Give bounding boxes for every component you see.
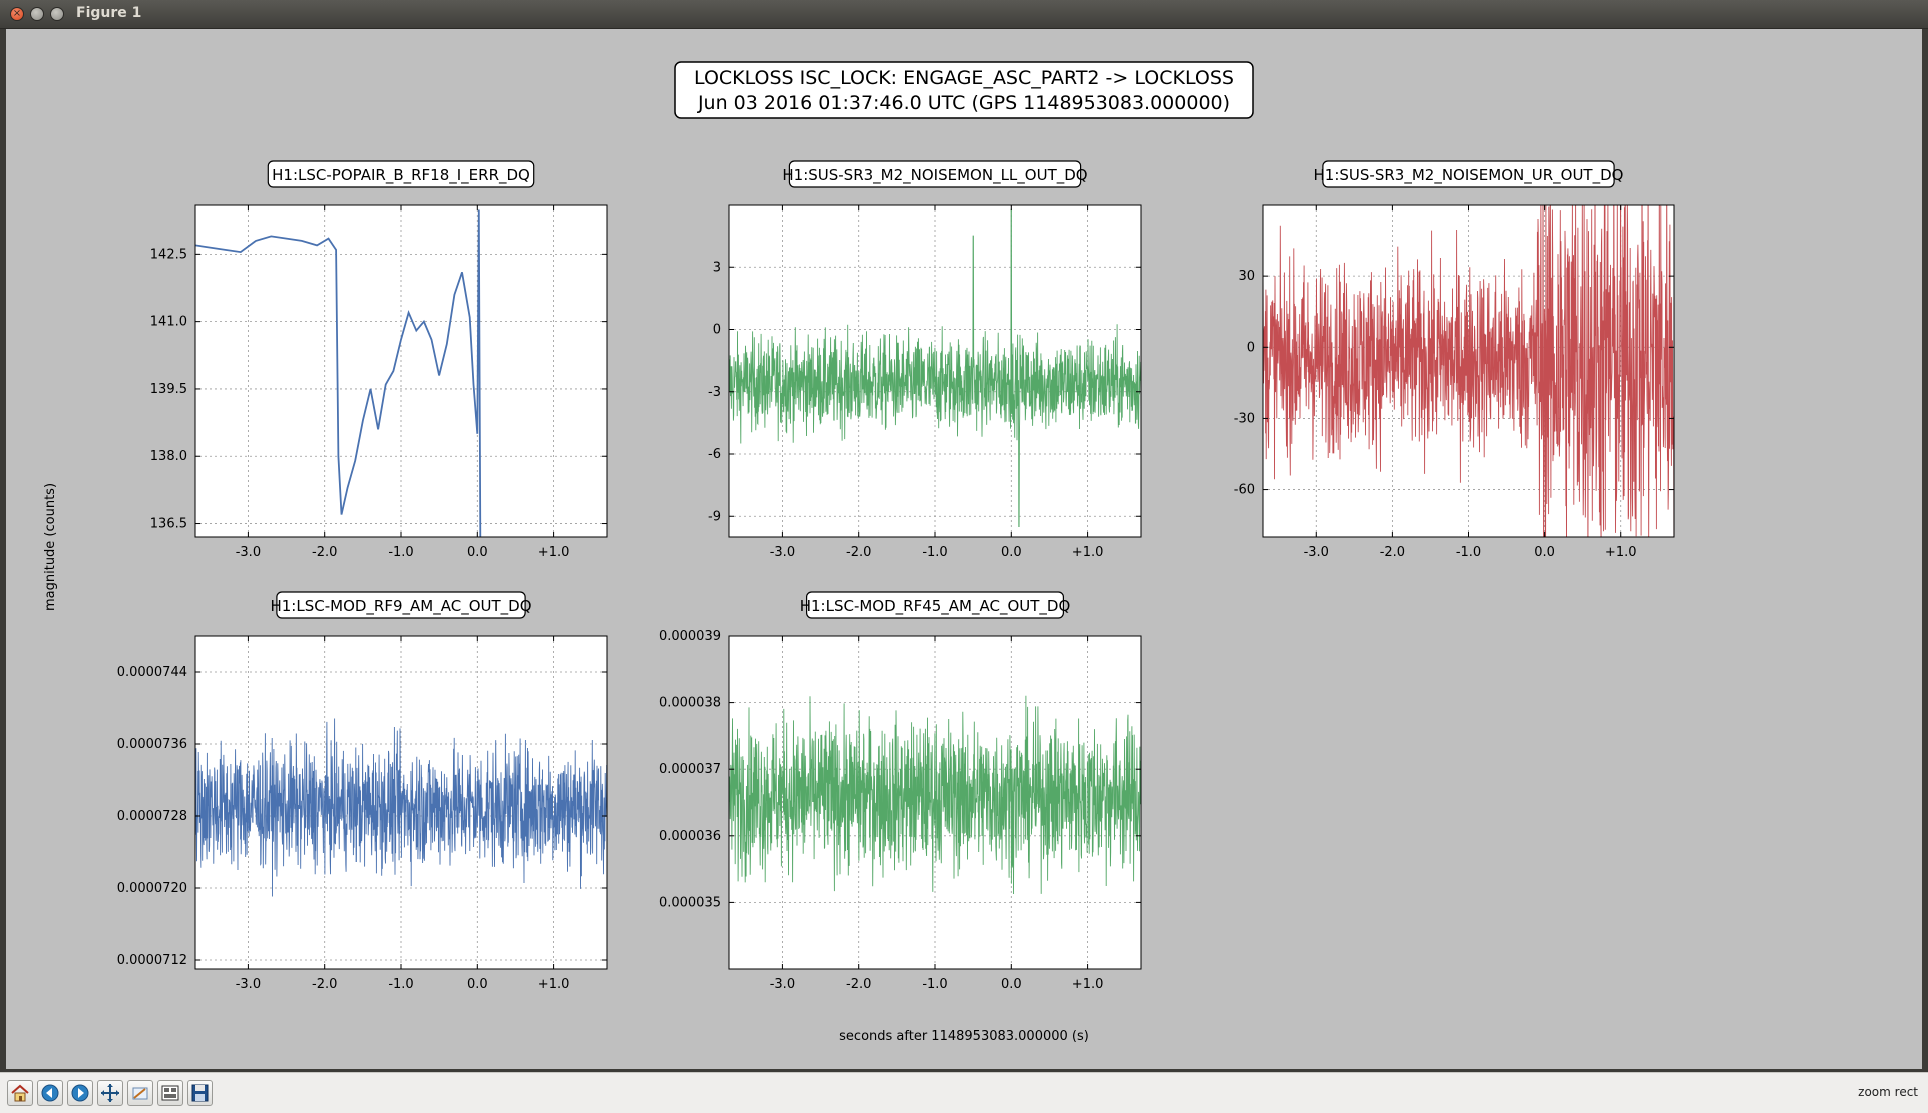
zoom-button[interactable] bbox=[127, 1080, 153, 1106]
pan-button[interactable] bbox=[97, 1080, 123, 1106]
y-tick-label: -6 bbox=[708, 447, 721, 462]
y-tick-label: 3 bbox=[713, 260, 721, 275]
minimize-window-button[interactable] bbox=[30, 7, 44, 21]
y-tick-label: 30 bbox=[1238, 269, 1255, 284]
window-title: Figure 1 bbox=[76, 5, 142, 21]
y-axis-label: magnitude (counts) bbox=[43, 483, 58, 611]
suptitle-line1: LOCKLOSS ISC_LOCK: ENGAGE_ASC_PART2 -> L… bbox=[694, 67, 1234, 89]
x-tick-label: -1.0 bbox=[388, 545, 413, 560]
x-tick-label: -2.0 bbox=[846, 545, 871, 560]
forward-button[interactable] bbox=[67, 1080, 93, 1106]
home-icon bbox=[11, 1084, 29, 1102]
subplot-4: -3.0 -2.0 -1.0 0.0 +1.0 0.0000744 0.0000736 0.0… bbox=[117, 591, 608, 992]
y-tick-label: 142.5 bbox=[150, 247, 187, 262]
x-tick-label: -2.0 bbox=[312, 977, 337, 992]
y-tick-label: -30 bbox=[1234, 411, 1255, 426]
x-tick-label: -2.0 bbox=[846, 977, 871, 992]
x-tick-label: -3.0 bbox=[770, 977, 795, 992]
x-tick-label: -3.0 bbox=[770, 545, 795, 560]
y-tick-label: 0.0000728 bbox=[117, 809, 187, 824]
x-tick-label: +1.0 bbox=[538, 545, 570, 560]
x-tick-label: 0.0 bbox=[467, 545, 488, 560]
subplot-2: -3.0 -2.0 -1.0 0.0 +1.0 3 0 -3 -6 -9 H1:SUS-SR3_M2… bbox=[708, 160, 1142, 560]
y-tick-label: -3 bbox=[708, 385, 721, 400]
y-tick-label: 0.000035 bbox=[659, 895, 721, 910]
close-window-button[interactable]: × bbox=[10, 7, 24, 21]
figure-svg: LOCKLOSS ISC_LOCK: ENGAGE_ASC_PART2 -> L… bbox=[43, 61, 1675, 1044]
x-tick-label: -3.0 bbox=[1304, 545, 1329, 560]
x-tick-label: -2.0 bbox=[312, 545, 337, 560]
subplot-title: H1:LSC-MOD_RF45_AM_AC_OUT_DQ bbox=[800, 597, 1071, 616]
subplots-icon bbox=[161, 1085, 179, 1101]
pan-icon bbox=[101, 1084, 119, 1102]
y-tick-label: 0.0000736 bbox=[117, 737, 187, 752]
window-titlebar: × Figure 1 bbox=[0, 0, 1928, 29]
subplot-3: -3.0 -2.0 -1.0 0.0 +1.0 30 0 -30 -60 H1:SUS-SR3_M… bbox=[1234, 160, 1675, 560]
x-tick-label: +1.0 bbox=[538, 977, 570, 992]
subplot-1: -3.0 -2.0 -1.0 0.0 +1.0 142.5 141.0 139.5 138.0 1… bbox=[150, 160, 608, 560]
back-icon bbox=[41, 1084, 59, 1102]
x-tick-label: -3.0 bbox=[236, 977, 261, 992]
subplot-title: H1:SUS-SR3_M2_NOISEMON_UR_OUT_DQ bbox=[1314, 166, 1624, 185]
x-tick-label: 0.0 bbox=[467, 977, 488, 992]
x-tick-label: +1.0 bbox=[1072, 977, 1104, 992]
x-tick-label: -2.0 bbox=[1380, 545, 1405, 560]
x-tick-label: +1.0 bbox=[1072, 545, 1104, 560]
y-tick-label: -9 bbox=[708, 509, 721, 524]
x-tick-label: 0.0 bbox=[1001, 545, 1022, 560]
suptitle-box: LOCKLOSS ISC_LOCK: ENGAGE_ASC_PART2 -> L… bbox=[674, 61, 1254, 119]
navigation-toolbar: zoom rect bbox=[0, 1072, 1928, 1113]
y-tick-label: 0.000039 bbox=[659, 629, 721, 644]
toolbar-status: zoom rect bbox=[1858, 1085, 1918, 1099]
y-tick-label: 0 bbox=[713, 323, 721, 338]
x-tick-label: +1.0 bbox=[1605, 545, 1637, 560]
figure-canvas[interactable]: LOCKLOSS ISC_LOCK: ENGAGE_ASC_PART2 -> L… bbox=[6, 29, 1922, 1069]
x-tick-label: 0.0 bbox=[1534, 545, 1555, 560]
back-button[interactable] bbox=[37, 1080, 63, 1106]
y-tick-label: 0.0000720 bbox=[117, 881, 187, 896]
subplot-title: H1:LSC-MOD_RF9_AM_AC_OUT_DQ bbox=[270, 597, 531, 616]
y-tick-label: 0 bbox=[1247, 340, 1255, 355]
x-tick-label: 0.0 bbox=[1001, 977, 1022, 992]
x-tick-label: -1.0 bbox=[1456, 545, 1481, 560]
y-tick-label: 141.0 bbox=[150, 315, 187, 330]
save-button[interactable] bbox=[187, 1080, 213, 1106]
y-tick-label: 139.5 bbox=[150, 382, 187, 397]
y-tick-label: 0.0000712 bbox=[117, 953, 187, 968]
maximize-window-button[interactable] bbox=[50, 7, 64, 21]
x-axis-label: seconds after 1148953083.000000 (s) bbox=[839, 1029, 1089, 1044]
y-tick-label: 0.000036 bbox=[659, 829, 721, 844]
y-tick-label: 0.0000744 bbox=[117, 665, 187, 680]
save-icon bbox=[191, 1084, 209, 1102]
subplot-5: -3.0 -2.0 -1.0 0.0 +1.0 0.000039 0.000038 0.000… bbox=[659, 591, 1142, 992]
x-tick-label: -3.0 bbox=[236, 545, 261, 560]
y-tick-label: -60 bbox=[1234, 483, 1255, 498]
y-tick-label: 138.0 bbox=[150, 449, 187, 464]
subplots-button[interactable] bbox=[157, 1080, 183, 1106]
forward-icon bbox=[71, 1084, 89, 1102]
home-button[interactable] bbox=[7, 1080, 33, 1106]
y-tick-label: 0.000038 bbox=[659, 696, 721, 711]
subplot-title: H1:SUS-SR3_M2_NOISEMON_LL_OUT_DQ bbox=[782, 166, 1087, 185]
y-tick-label: 136.5 bbox=[150, 517, 187, 532]
x-tick-label: -1.0 bbox=[388, 977, 413, 992]
suptitle-line2: Jun 03 2016 01:37:46.0 UTC (GPS 11489530… bbox=[697, 92, 1230, 114]
subplot-title: H1:LSC-POPAIR_B_RF18_I_ERR_DQ bbox=[272, 166, 530, 185]
x-tick-label: -1.0 bbox=[922, 977, 947, 992]
y-tick-label: 0.000037 bbox=[659, 762, 721, 777]
x-tick-label: -1.0 bbox=[922, 545, 947, 560]
zoom-icon bbox=[132, 1087, 148, 1100]
